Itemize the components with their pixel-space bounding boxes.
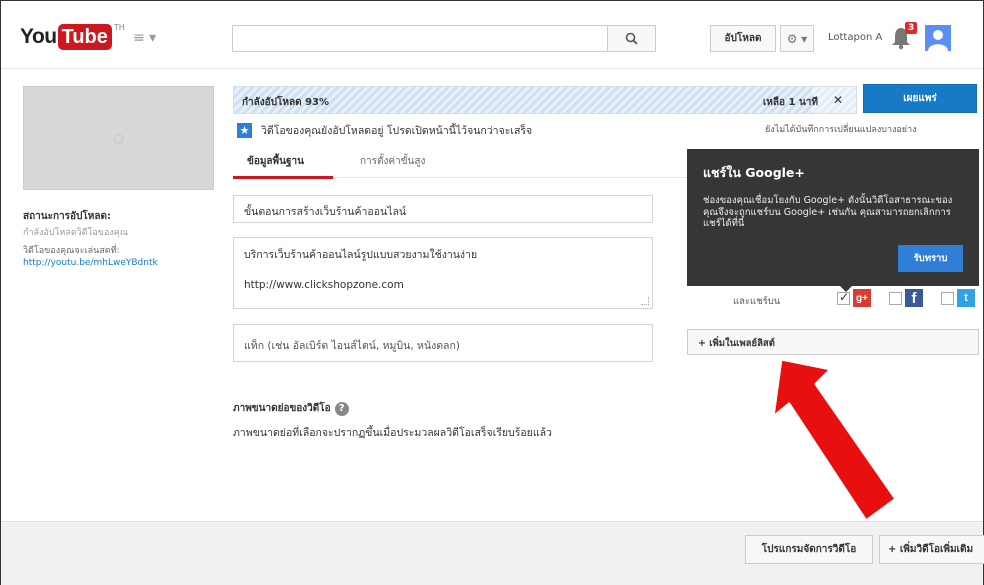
notification-count-badge: 3 [905, 22, 918, 34]
help-icon[interactable]: ? [334, 401, 349, 416]
upload-button[interactable]: อัปโหลด [710, 25, 776, 52]
video-title-field[interactable]: ขั้นตอนการสร้างเว็บร้านค้าออนไลน์ [233, 195, 653, 223]
publish-button[interactable]: เผยแพร่ [863, 84, 977, 113]
footer-bar: โปรแกรมจัดการวิดีโอ + เพิ่มวิดีโอเพิ่มเต… [1, 521, 984, 585]
facebook-share-checkbox[interactable] [889, 292, 902, 305]
upload-progress-label: กำลังอัปโหลด 93% [242, 97, 330, 108]
search-input[interactable] [232, 25, 608, 52]
unsaved-changes-note: ยังไม่ได้บันทึกการเปลี่ยนแปลงบางอย่าง [765, 125, 917, 135]
tab-advanced-settings[interactable]: การตั้งค่าขั้นสูง [360, 154, 425, 169]
red-annotation-arrow-icon [771, 359, 898, 523]
upload-time-remaining: เหลือ 1 นาที [762, 97, 818, 108]
user-silhouette-icon [928, 30, 948, 51]
avatar[interactable] [925, 25, 951, 51]
upload-info-message: ★ วิดีโอของคุณยังอัปโหลดอยู่ โปรดเปิดหน้… [237, 122, 532, 139]
star-icon: ★ [237, 123, 252, 138]
youtube-logo[interactable]: You Tube TH [20, 23, 125, 50]
logo-tube-text: Tube [57, 24, 112, 50]
resize-handle-icon[interactable] [641, 297, 649, 305]
google-plus-share-popup: แชร์ใน Google+ ช่องของคุณเชื่อมโยงกับ Go… [687, 149, 979, 286]
twitter-icon: t [957, 289, 975, 307]
tags-field[interactable]: แท็ก (เช่น อัลเบิร์ต ไอนส์ไตน์, หมูบิน, … [233, 324, 653, 362]
description-line-2: http://www.clickshopzone.com [244, 279, 404, 291]
share-on-label: และแชร์บน [733, 296, 781, 307]
gplus-share-checkbox[interactable] [837, 290, 850, 305]
thumbnail-title-text: ภาพขนาดย่อของวิดีโอ [233, 403, 331, 414]
details-tabs: ข้อมูลพื้นฐาน การตั้งค่าขั้นสูง [233, 149, 687, 179]
thumbnail-note: ภาพขนาดย่อที่เลือกจะปรากฏขึ้นเมื่อประมวล… [233, 427, 552, 439]
popup-body: ช่องของคุณเชื่อมโยงกับ Google+ ดังนั้นวิ… [703, 195, 953, 229]
active-tab-indicator [233, 176, 333, 179]
add-more-videos-button[interactable]: + เพิ่มวิดีโอเพิ่มเติม [879, 535, 984, 564]
twitter-share-checkbox[interactable] [941, 292, 954, 305]
upload-status-text: กำลังอัปโหลดวิดีโอของคุณ [23, 228, 129, 238]
settings-gear-icon[interactable]: ⚙ ▾ [780, 25, 814, 52]
video-link-prefix: วิดีโอของคุณจะเล่นสดที่: [23, 246, 120, 256]
cancel-upload-icon[interactable]: ✕ [833, 93, 843, 107]
logo-region: TH [113, 23, 125, 32]
facebook-icon: f [905, 289, 923, 307]
video-link[interactable]: http://youtu.be/mhLweYBdntk [23, 258, 158, 268]
search-button[interactable] [607, 25, 656, 52]
video-link-row: วิดีโอของคุณจะเล่นสดที่: http://youtu.be… [23, 245, 218, 269]
add-to-playlist-button[interactable]: + เพิ่มในเพลย์ลิสต์ [687, 329, 979, 355]
tab-basic-info[interactable]: ข้อมูลพื้นฐาน [247, 154, 304, 169]
loading-spinner-icon: ◌ [113, 131, 124, 145]
description-line-1: บริการเว็บร้านค้าออนไลน์รูปแบบสวยงามใช้ง… [244, 249, 478, 261]
popup-title: แชร์ใน Google+ [703, 165, 805, 180]
upload-info-text: วิดีโอของคุณยังอัปโหลดอยู่ โปรดเปิดหน้าน… [261, 125, 533, 137]
thumbnail-section-title: ภาพขนาดย่อของวิดีโอ ? [233, 401, 349, 416]
upload-content: ◌ สถานะการอัปโหลด: กำลังอัปโหลดวิดีโอของ… [1, 69, 983, 523]
logo-you-text: You [20, 25, 57, 48]
upload-progress-bar: กำลังอัปโหลด 93% เหลือ 1 นาที ✕ [233, 86, 857, 114]
video-manager-button[interactable]: โปรแกรมจัดการวิดีโอ [745, 535, 873, 564]
popup-acknowledge-button[interactable]: รับทราบ [898, 245, 963, 272]
guide-menu-icon[interactable]: ≡ ▾ [133, 30, 156, 46]
username[interactable]: Lottapon A [828, 32, 882, 43]
popup-pointer [839, 285, 853, 292]
video-description-field[interactable]: บริการเว็บร้านค้าออนไลน์รูปแบบสวยงามใช้ง… [233, 237, 653, 309]
video-thumbnail-placeholder: ◌ [23, 86, 214, 190]
search-icon [625, 32, 638, 45]
upload-status-title: สถานะการอัปโหลด: [23, 211, 111, 222]
google-plus-icon: g+ [853, 289, 871, 307]
